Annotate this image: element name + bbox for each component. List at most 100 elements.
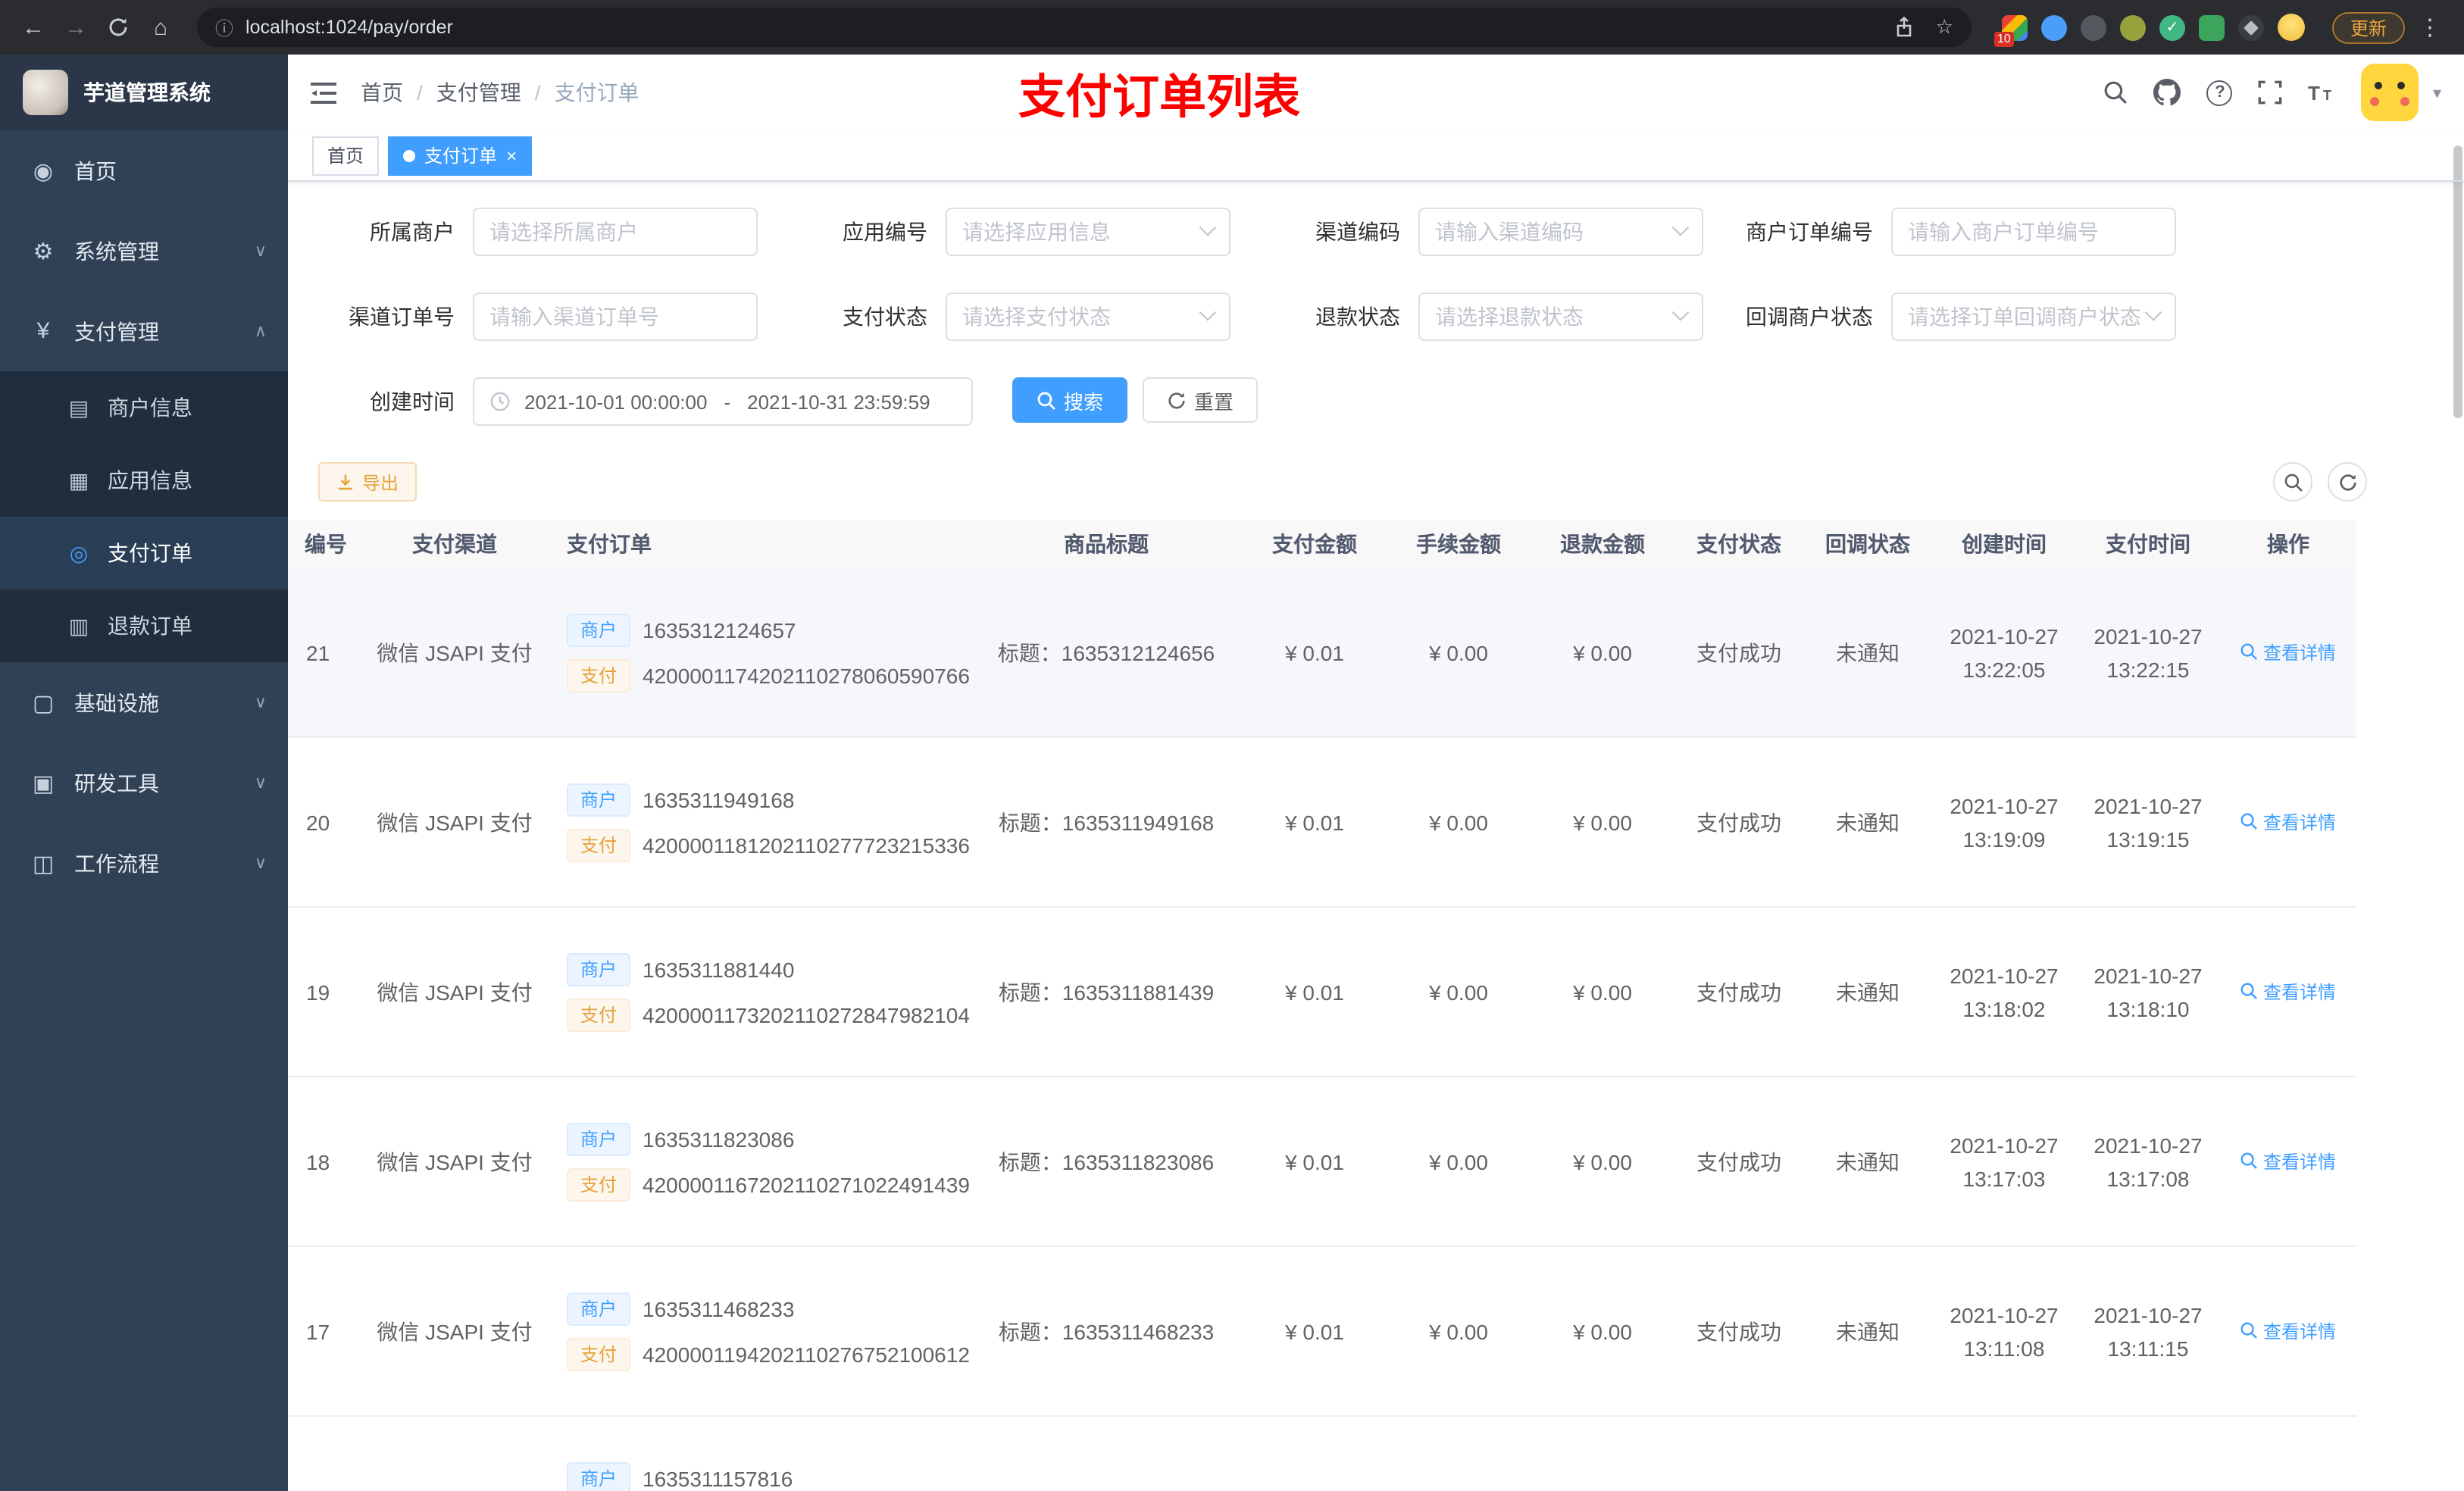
merchant-order-no-input[interactable] bbox=[1891, 208, 2176, 256]
page-scrollbar[interactable] bbox=[2453, 145, 2462, 418]
refresh-table-button[interactable] bbox=[2328, 462, 2367, 502]
date-range-input[interactable]: 2021-10-01 00:00:00 - 2021-10-31 23:59:5… bbox=[473, 377, 973, 426]
bookmark-star-icon[interactable]: ☆ bbox=[1936, 15, 1953, 39]
app-title: 芋道管理系统 bbox=[83, 80, 211, 105]
callback-status-select[interactable]: 请选择订单回调商户状态 bbox=[1891, 292, 2176, 341]
cell-product-title: 标题：1635311823086 bbox=[998, 1149, 1215, 1174]
cell-product-title: 标题：1635311949168 bbox=[998, 810, 1215, 834]
browser-reload-button[interactable] bbox=[100, 9, 136, 45]
channel-code-select[interactable]: 请输入渠道编码 bbox=[1418, 208, 1703, 256]
extension-icon[interactable] bbox=[2080, 14, 2106, 40]
pinned-extension-icon[interactable] bbox=[2237, 14, 2264, 40]
pay-order-no: 4200001173202110272847982104 bbox=[643, 1002, 970, 1027]
cell-create-time: 2021-10-27 13:22:05 bbox=[1950, 624, 2059, 681]
sidebar-item-infrastructure[interactable]: ▢ 基础设施 ∨ bbox=[0, 662, 288, 742]
view-detail-link[interactable]: 查看详情 bbox=[2240, 1149, 2336, 1174]
reset-button[interactable]: 重置 bbox=[1143, 377, 1259, 423]
breadcrumb-home[interactable]: 首页 bbox=[361, 77, 403, 108]
search-button[interactable]: 搜索 bbox=[1012, 377, 1128, 423]
merchant-tag: 商户 bbox=[567, 1292, 631, 1325]
sidebar-item-pay-order[interactable]: ◎ 支付订单 bbox=[0, 517, 288, 589]
sidebar-item-workflow[interactable]: ◫ 工作流程 ∨ bbox=[0, 823, 288, 903]
cell-pay-time: 2021-10-27 13:18:10 bbox=[2093, 963, 2203, 1021]
table-row[interactable]: 16 商户 1635311157816 支付 bbox=[288, 1417, 2356, 1491]
extension-icon[interactable] bbox=[2198, 14, 2225, 40]
sidebar-item-system[interactable]: ⚙ 系统管理 ∨ bbox=[0, 211, 288, 291]
extension-icon[interactable] bbox=[2119, 14, 2146, 40]
cell-pay-channel: 微信 JSAPI 支付 bbox=[377, 810, 533, 834]
browser-back-button[interactable]: ← bbox=[15, 9, 52, 45]
view-detail-link[interactable]: 查看详情 bbox=[2240, 1318, 2336, 1344]
help-icon[interactable]: ? bbox=[2206, 80, 2233, 105]
show-search-button[interactable] bbox=[2273, 462, 2312, 502]
tab-pay-order[interactable]: 支付订单 × bbox=[388, 136, 533, 175]
date-start[interactable]: 2021-10-01 00:00:00 bbox=[524, 390, 707, 413]
github-icon[interactable] bbox=[2153, 79, 2181, 106]
sidebar-item-payment[interactable]: ¥ 支付管理 ∧ bbox=[0, 291, 288, 371]
search-icon[interactable] bbox=[2104, 80, 2128, 105]
cell-pay-status: 支付成功 bbox=[1696, 980, 1781, 1004]
cell-pay-amount: ¥ 0.01 bbox=[1285, 980, 1344, 1004]
vue-devtools-icon[interactable]: ✓ bbox=[2159, 14, 2185, 40]
extension-icon[interactable]: 10 bbox=[1993, 14, 2028, 46]
browser-forward-button[interactable]: → bbox=[58, 9, 94, 45]
sidebar-item-app-info[interactable]: ▦ 应用信息 bbox=[0, 444, 288, 517]
view-detail-link[interactable]: 查看详情 bbox=[2240, 809, 2336, 835]
sidebar-item-home[interactable]: ◉ 首页 bbox=[0, 130, 288, 211]
filter-row-1: 所属商户 应用编号 请选择应用信息 渠道编码 bbox=[306, 208, 2464, 256]
view-detail-link[interactable]: 查看详情 bbox=[2240, 979, 2336, 1005]
doc-icon: ▥ bbox=[68, 613, 89, 637]
merchant-order-no: 1635311468233 bbox=[643, 1296, 795, 1321]
cell-order-id: 19 bbox=[306, 980, 330, 1004]
merchant-input-field[interactable] bbox=[489, 220, 741, 244]
address-bar[interactable]: ⓘ localhost:1024/pay/order ☆ bbox=[197, 8, 1972, 47]
browser-profile-avatar[interactable] bbox=[2277, 14, 2305, 41]
date-end[interactable]: 2021-10-31 23:59:59 bbox=[747, 390, 930, 413]
channel-order-no-input[interactable] bbox=[473, 292, 758, 341]
sidebar-item-merchant-info[interactable]: ▤ 商户信息 bbox=[0, 371, 288, 444]
sidebar-toggle-icon[interactable] bbox=[311, 81, 336, 104]
table-row[interactable]: 19 微信 JSAPI 支付 商户 1635311881440 支付 42000… bbox=[288, 908, 2356, 1077]
app-select[interactable]: 请选择应用信息 bbox=[946, 208, 1230, 256]
table-row[interactable]: 20 微信 JSAPI 支付 商户 1635311949168 支付 42000… bbox=[288, 738, 2356, 908]
fullscreen-icon[interactable] bbox=[2259, 80, 2283, 105]
sidebar-item-devtools[interactable]: ▣ 研发工具 ∨ bbox=[0, 742, 288, 823]
channel-order-no-field[interactable] bbox=[489, 305, 741, 329]
table-row[interactable]: 17 微信 JSAPI 支付 商户 1635311468233 支付 42000… bbox=[288, 1247, 2356, 1417]
cell-fee-amount: ¥ 0.00 bbox=[1429, 1319, 1488, 1343]
breadcrumb: 首页 / 支付管理 / 支付订单 bbox=[361, 77, 639, 108]
cell-refund-amount: ¥ 0.00 bbox=[1573, 640, 1632, 664]
search-icon bbox=[2241, 814, 2258, 830]
cell-pay-order: 商户 1635311881440 支付 42000011732021102728… bbox=[546, 952, 970, 1031]
table-row[interactable]: 21 微信 JSAPI 支付 商户 1635312124657 支付 42000… bbox=[288, 568, 2356, 738]
refund-status-select[interactable]: 请选择退款状态 bbox=[1418, 292, 1703, 341]
chevron-down-icon bbox=[2144, 304, 2162, 321]
table-row[interactable]: 18 微信 JSAPI 支付 商户 1635311823086 支付 42000… bbox=[288, 1077, 2356, 1247]
merchant-order-no-field[interactable] bbox=[1908, 220, 2159, 244]
browser-toolbar: ← → ⌂ ⓘ localhost:1024/pay/order ☆ 10 ✓ bbox=[0, 0, 2464, 55]
site-info-icon[interactable]: ⓘ bbox=[215, 14, 233, 40]
browser-home-button[interactable]: ⌂ bbox=[142, 9, 179, 45]
pay-status-select[interactable]: 请选择支付状态 bbox=[946, 292, 1230, 341]
merchant-tag: 商户 bbox=[567, 613, 631, 646]
merchant-tag: 商户 bbox=[567, 952, 631, 986]
table-tools bbox=[2273, 462, 2367, 502]
export-button[interactable]: 导出 bbox=[318, 462, 417, 502]
avatar-caret-icon[interactable]: ▾ bbox=[2433, 83, 2441, 102]
view-detail-link[interactable]: 查看详情 bbox=[2240, 639, 2336, 665]
share-icon[interactable] bbox=[1895, 17, 1915, 38]
pay-order-no: 4200001194202110276752100612 bbox=[643, 1342, 970, 1366]
extension-icon[interactable] bbox=[2040, 14, 2067, 40]
view-detail-link[interactable]: 查看详情 bbox=[2240, 1488, 2336, 1491]
font-size-icon[interactable]: TT bbox=[2309, 81, 2336, 104]
browser-update-button[interactable]: 更新 bbox=[2331, 11, 2405, 43]
user-avatar[interactable] bbox=[2361, 64, 2419, 121]
merchant-label: 所属商户 bbox=[370, 220, 455, 244]
extensions-area: 10 ✓ bbox=[1990, 14, 2317, 46]
chevron-down-icon bbox=[1671, 304, 1690, 321]
browser-menu-icon[interactable]: ⋮ bbox=[2411, 14, 2449, 41]
tab-home[interactable]: 首页 bbox=[312, 136, 380, 175]
sidebar-item-refund-order[interactable]: ▥ 退款订单 bbox=[0, 589, 288, 662]
merchant-input[interactable] bbox=[473, 208, 758, 256]
close-tab-icon[interactable]: × bbox=[506, 146, 517, 164]
